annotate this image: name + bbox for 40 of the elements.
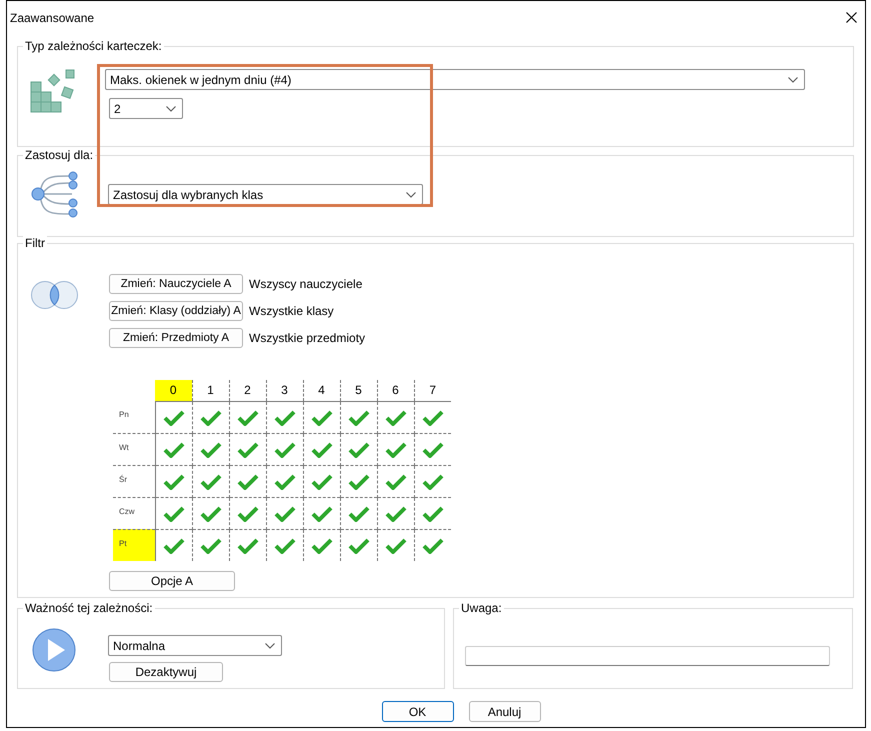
venn-icon	[30, 280, 80, 310]
period-header[interactable]: 4	[303, 380, 340, 401]
group-legend: Uwaga:	[459, 601, 504, 615]
deactivate-button[interactable]: Dezaktywuj	[109, 662, 223, 682]
change-filter-button[interactable]: Zmień: Nauczyciele A	[109, 274, 243, 294]
period-header[interactable]: 0	[155, 380, 192, 401]
value-select[interactable]: 2	[109, 98, 183, 119]
chevron-icon	[406, 192, 416, 198]
chevron-icon	[166, 106, 176, 112]
period-header[interactable]: 1	[192, 380, 229, 401]
group-legend: Zastosuj dla:	[23, 148, 96, 162]
filter-value: Wszystkie klasy	[249, 303, 334, 320]
play-icon	[32, 628, 76, 672]
dialog-button[interactable]: OK	[382, 701, 454, 722]
period-header[interactable]: 7	[414, 380, 451, 401]
day-label[interactable]: Wt	[113, 433, 155, 465]
apply-select[interactable]: Zastosuj dla wybranych klas	[108, 184, 423, 205]
window-title: Zaawansowane	[10, 10, 94, 26]
day-label[interactable]: Śr	[113, 465, 155, 497]
change-filter-button[interactable]: Zmień: Przedmioty A	[109, 328, 243, 348]
group-legend: Filtr	[23, 236, 47, 250]
filter-value: Wszyscy nauczyciele	[249, 276, 362, 293]
group-legend: Ważność tej zależności:	[23, 601, 155, 615]
close-icon[interactable]	[846, 12, 857, 23]
options-button[interactable]: Opcje A	[109, 571, 235, 591]
period-header[interactable]: 5	[340, 380, 377, 401]
period-header[interactable]: 6	[377, 380, 414, 401]
day-label[interactable]: Pt	[113, 529, 155, 561]
chevron-icon	[265, 642, 275, 648]
chevron-icon	[788, 76, 798, 82]
period-header[interactable]: 2	[229, 380, 266, 401]
group-legend: Typ zależności karteczek:	[23, 39, 164, 53]
note-field[interactable]	[465, 646, 830, 666]
period-header[interactable]: 3	[266, 380, 303, 401]
filter-value: Wszystkie przedmioty	[249, 330, 366, 347]
type-select[interactable]: Maks. okienek w jednym dniu (#4)	[105, 69, 805, 90]
day-label[interactable]: Pn	[113, 401, 155, 433]
change-filter-button[interactable]: Zmień: Klasy (oddziały) A	[109, 301, 243, 321]
dialog-button[interactable]: Anuluj	[468, 701, 540, 722]
importance-select[interactable]: Normalna	[108, 635, 282, 656]
